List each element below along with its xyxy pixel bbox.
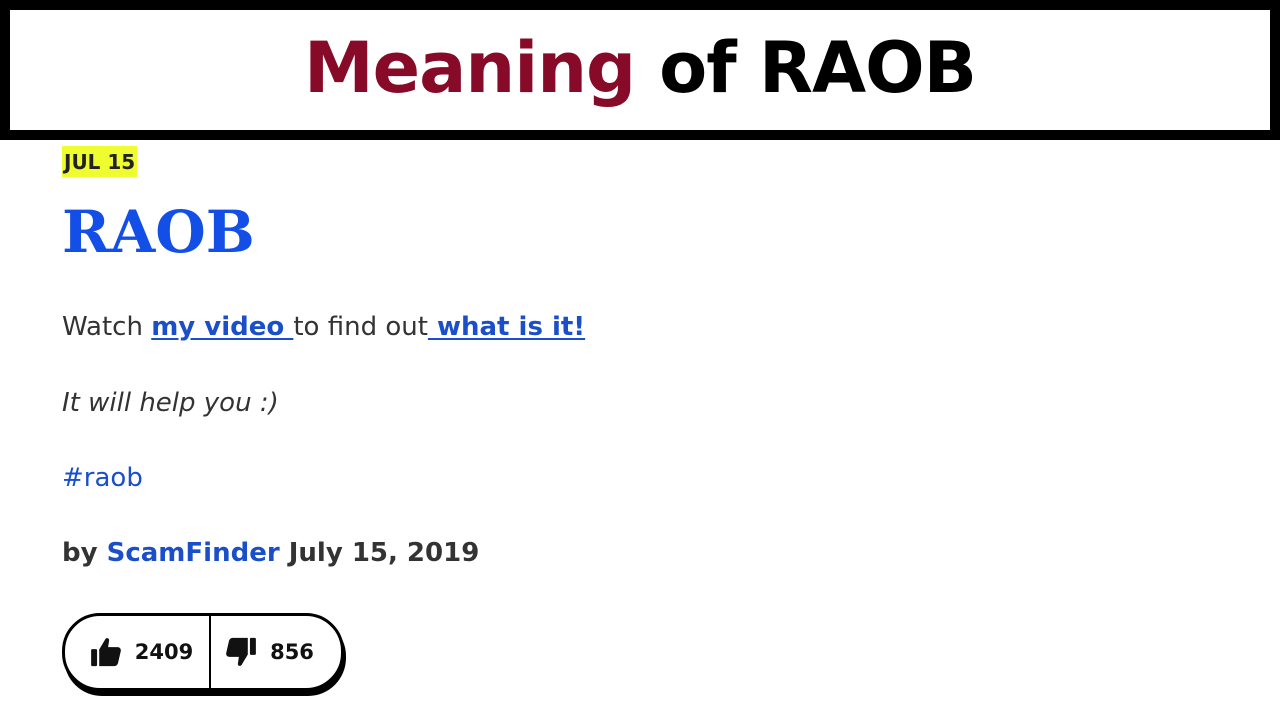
downvote-button[interactable]: 856 (211, 616, 341, 688)
meaning-text-1: Watch (62, 312, 152, 342)
definition-example: It will help you :) (62, 388, 279, 418)
banner-title: Meaning of RAOB (10, 10, 1270, 130)
definition-meaning: Watch my video to find out what is it! (62, 308, 585, 346)
downvote-count: 856 (270, 640, 314, 664)
my-video-link[interactable]: my video (151, 312, 293, 342)
date-badge: JUL 15 (62, 146, 138, 177)
upvote-button[interactable]: 2409 (65, 616, 211, 688)
word-title[interactable]: RAOB (62, 196, 255, 268)
banner-title-accent: Meaning (304, 27, 636, 109)
thumbs-down-icon (224, 635, 258, 669)
author-link[interactable]: ScamFinder (107, 538, 280, 568)
page: Meaning of RAOB JUL 15 RAOB Watch my vide… (0, 0, 1280, 720)
hashtag-link[interactable]: #raob (62, 459, 143, 497)
author-line: by ScamFinder July 15, 2019 (62, 534, 479, 572)
meaning-text-2: to find out (293, 312, 428, 342)
upvote-count: 2409 (134, 640, 194, 664)
title-banner: Meaning of RAOB (0, 0, 1280, 140)
banner-title-rest: of RAOB (659, 27, 977, 109)
author-prefix: by (62, 538, 98, 568)
vote-box: 2409 856 (62, 613, 344, 691)
author-date: July 15, 2019 (288, 538, 480, 568)
what-is-it-link[interactable]: what is it! (428, 312, 585, 342)
thumbs-up-icon (89, 635, 123, 669)
